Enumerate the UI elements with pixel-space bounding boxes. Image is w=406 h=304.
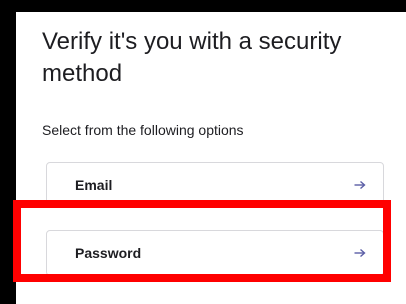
arrow-right-icon — [353, 243, 367, 263]
email-option-label: Email — [75, 177, 113, 193]
email-option-button[interactable]: Email — [46, 162, 384, 208]
page-subtitle: Select from the following options — [42, 122, 244, 138]
page-title: Verify it's you with a security method — [42, 28, 342, 87]
arrow-right-icon — [353, 175, 367, 195]
password-option-label: Password — [75, 245, 142, 261]
verification-card: Verify it's you with a security method S… — [16, 12, 406, 304]
password-option-button[interactable]: Password — [46, 230, 384, 276]
